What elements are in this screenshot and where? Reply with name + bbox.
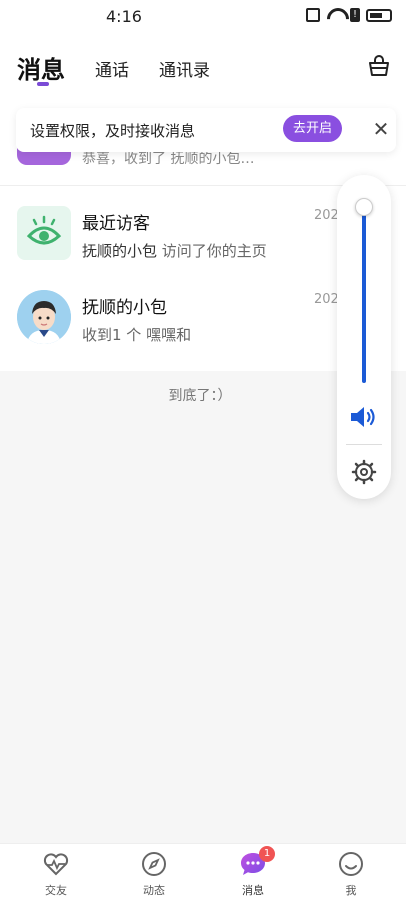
- battery-icon: [366, 8, 392, 22]
- nav-label: 交友: [45, 884, 67, 897]
- heart-pulse-icon: [43, 853, 69, 876]
- nav-label: 我: [345, 884, 357, 897]
- smile-icon: [339, 852, 363, 876]
- volume-slider-handle[interactable]: [355, 198, 373, 216]
- unread-badge: 1: [259, 846, 275, 862]
- nav-label: 动态: [143, 884, 165, 897]
- visitor-action: 访问了你的主页: [157, 242, 267, 260]
- tab-contacts[interactable]: 通讯录: [159, 56, 210, 81]
- list-item-time: 202: [314, 292, 339, 307]
- wifi-icon: [326, 8, 344, 22]
- basket-icon[interactable]: [367, 54, 391, 78]
- tab-messages[interactable]: 消息: [17, 50, 65, 85]
- list-item-time: 202: [314, 208, 339, 223]
- speaker-icon[interactable]: [349, 405, 379, 429]
- status-icons: !: [306, 8, 392, 22]
- list-item-title: 最近访客: [82, 214, 150, 234]
- vibrate-icon: [306, 8, 320, 22]
- status-bar: 4:16 !: [0, 0, 406, 34]
- nav-item-messages[interactable]: 1 消息: [213, 846, 293, 898]
- eye-icon: [17, 206, 71, 260]
- enable-permission-button[interactable]: 去开启: [283, 115, 342, 142]
- permission-banner: 设置权限，及时接收消息 去开启 ✕: [16, 108, 396, 152]
- list-item-title: 抚顺的小包: [82, 298, 167, 318]
- nav-item-friends[interactable]: 交友: [16, 850, 96, 898]
- gear-icon[interactable]: [351, 459, 377, 485]
- visitor-name: 抚顺的小包: [82, 242, 158, 260]
- banner-text: 设置权限，及时接收消息: [30, 122, 196, 140]
- volume-panel: [337, 175, 391, 499]
- compass-icon: [142, 852, 166, 876]
- bottom-nav: 交友 动态 1 消息 我: [0, 843, 406, 899]
- nav-item-moments[interactable]: 动态: [114, 850, 194, 898]
- tab-calls[interactable]: 通话: [95, 56, 129, 81]
- nav-item-me[interactable]: 我: [311, 850, 391, 898]
- header: 消息 通话 通讯录: [0, 34, 406, 98]
- volume-divider: [346, 444, 382, 445]
- close-icon[interactable]: ✕: [369, 117, 393, 141]
- tab-active-indicator: [37, 82, 49, 86]
- list-item-subtitle: 抚顺的小包 访问了你的主页: [82, 240, 267, 261]
- nav-label: 消息: [242, 884, 264, 897]
- list-item-subtitle: 收到1 个 嘿嘿和: [82, 326, 192, 344]
- volume-slider-track[interactable]: [362, 205, 366, 383]
- avatar: [17, 290, 71, 344]
- status-time: 4:16: [106, 7, 142, 26]
- alert-icon: !: [350, 8, 360, 22]
